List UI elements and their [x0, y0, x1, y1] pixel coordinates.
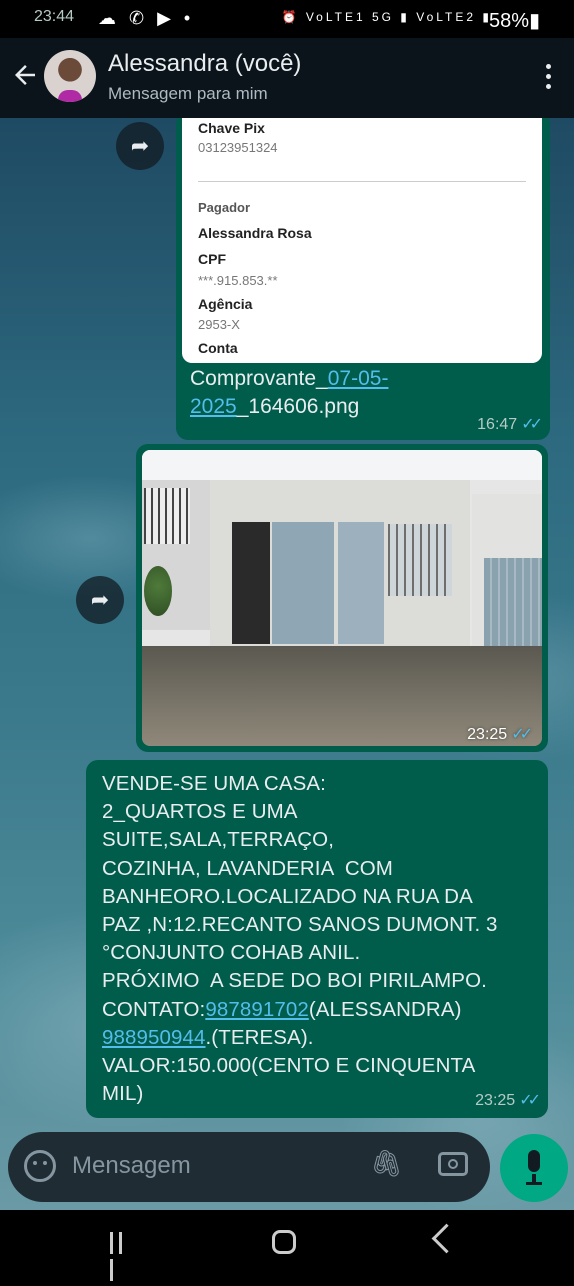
- read-receipt-icon: ✓✓: [511, 726, 533, 743]
- avatar[interactable]: [44, 50, 96, 102]
- text-message[interactable]: VENDE-SE UMA CASA: 2_QUARTOS E UMA SUITE…: [86, 760, 548, 1118]
- emoji-icon[interactable]: [24, 1150, 56, 1182]
- chave-value: 03123951324: [198, 140, 278, 155]
- file-name-suffix: _164606.png: [236, 395, 360, 418]
- status-bar: 23:44 ☁ ✆ ▶ • ⏰ VoLTE1 5G ▮ VoLTE2 ▮ 58%…: [0, 0, 574, 38]
- recent-apps-icon[interactable]: [110, 1232, 136, 1281]
- message-text: VENDE-SE UMA CASA: 2_QUARTOS E UMA SUITE…: [102, 770, 514, 1108]
- chat-subtitle[interactable]: Mensagem para mim: [108, 84, 268, 104]
- chat-area[interactable]: ➦ Chave Pix 03123951324 Pagador Alessand…: [0, 118, 574, 1210]
- divider: [198, 181, 526, 182]
- read-receipt-icon: ✓✓: [521, 416, 543, 433]
- chave-label: Chave Pix: [198, 120, 265, 136]
- payer-name: Alessandra Rosa: [198, 225, 312, 241]
- status-time: 23:44: [34, 8, 75, 25]
- back-icon[interactable]: [431, 1223, 462, 1254]
- message-time: 23:25: [475, 1092, 516, 1109]
- microphone-base: [526, 1182, 542, 1185]
- cpf-value: ***.915.853.**: [198, 273, 278, 288]
- message-meta: 23:25 ✓✓: [475, 1090, 541, 1110]
- arrow-left-icon[interactable]: [10, 60, 40, 90]
- chat-header: Alessandra (você) Mensagem para mim: [0, 38, 574, 118]
- battery-indicator: 58%▮: [488, 10, 540, 32]
- home-icon[interactable]: [272, 1230, 296, 1254]
- forward-icon[interactable]: ➦: [116, 122, 164, 170]
- more-vertical-icon[interactable]: [546, 64, 552, 92]
- message-body-2: (ALESSANDRA): [308, 997, 462, 1021]
- notification-icons: ☁ ✆ ▶ •: [98, 8, 195, 28]
- read-receipt-icon: ✓✓: [519, 1092, 541, 1109]
- cpf-label: CPF: [198, 251, 226, 267]
- message-meta: 23:25 ✓✓: [467, 724, 533, 744]
- system-nav-bar: [0, 1210, 574, 1281]
- paperclip-icon[interactable]: 🖇: [370, 1148, 403, 1179]
- receipt-preview[interactable]: Chave Pix 03123951324 Pagador Alessandra…: [182, 118, 542, 363]
- contact-name[interactable]: Alessandra (você): [108, 50, 301, 78]
- conta-label: Conta: [198, 340, 238, 356]
- microphone-button[interactable]: [500, 1134, 568, 1202]
- forward-icon[interactable]: ➦: [76, 576, 124, 624]
- agencia-value: 2953-X: [198, 317, 240, 332]
- file-name[interactable]: Comprovante_07-05-2025_164606.png: [190, 365, 536, 421]
- file-name-prefix: Comprovante_: [190, 367, 328, 390]
- agencia-label: Agência: [198, 296, 253, 312]
- payer-section: Pagador: [198, 200, 251, 215]
- phone-link[interactable]: 987891702: [205, 998, 309, 1021]
- message-meta: 16:47 ✓✓: [477, 414, 543, 434]
- signal-icons: ⏰ VoLTE1 5G ▮ VoLTE2 ▮: [281, 10, 492, 24]
- house-photo[interactable]: 23:25 ✓✓: [142, 450, 542, 746]
- camera-icon[interactable]: [438, 1152, 468, 1176]
- message-composer: Mensagem 🖇: [8, 1132, 490, 1202]
- microphone-icon: [528, 1150, 540, 1172]
- message-time: 16:47: [477, 416, 518, 433]
- message-time: 23:25: [467, 726, 508, 743]
- message-input[interactable]: Mensagem: [72, 1152, 191, 1180]
- message-body: VENDE-SE UMA CASA: 2_QUARTOS E UMA SUITE…: [102, 772, 498, 1021]
- image-message[interactable]: 23:25 ✓✓: [136, 444, 548, 752]
- document-message[interactable]: Chave Pix 03123951324 Pagador Alessandra…: [176, 118, 550, 440]
- phone-link[interactable]: 988950944: [102, 1026, 206, 1049]
